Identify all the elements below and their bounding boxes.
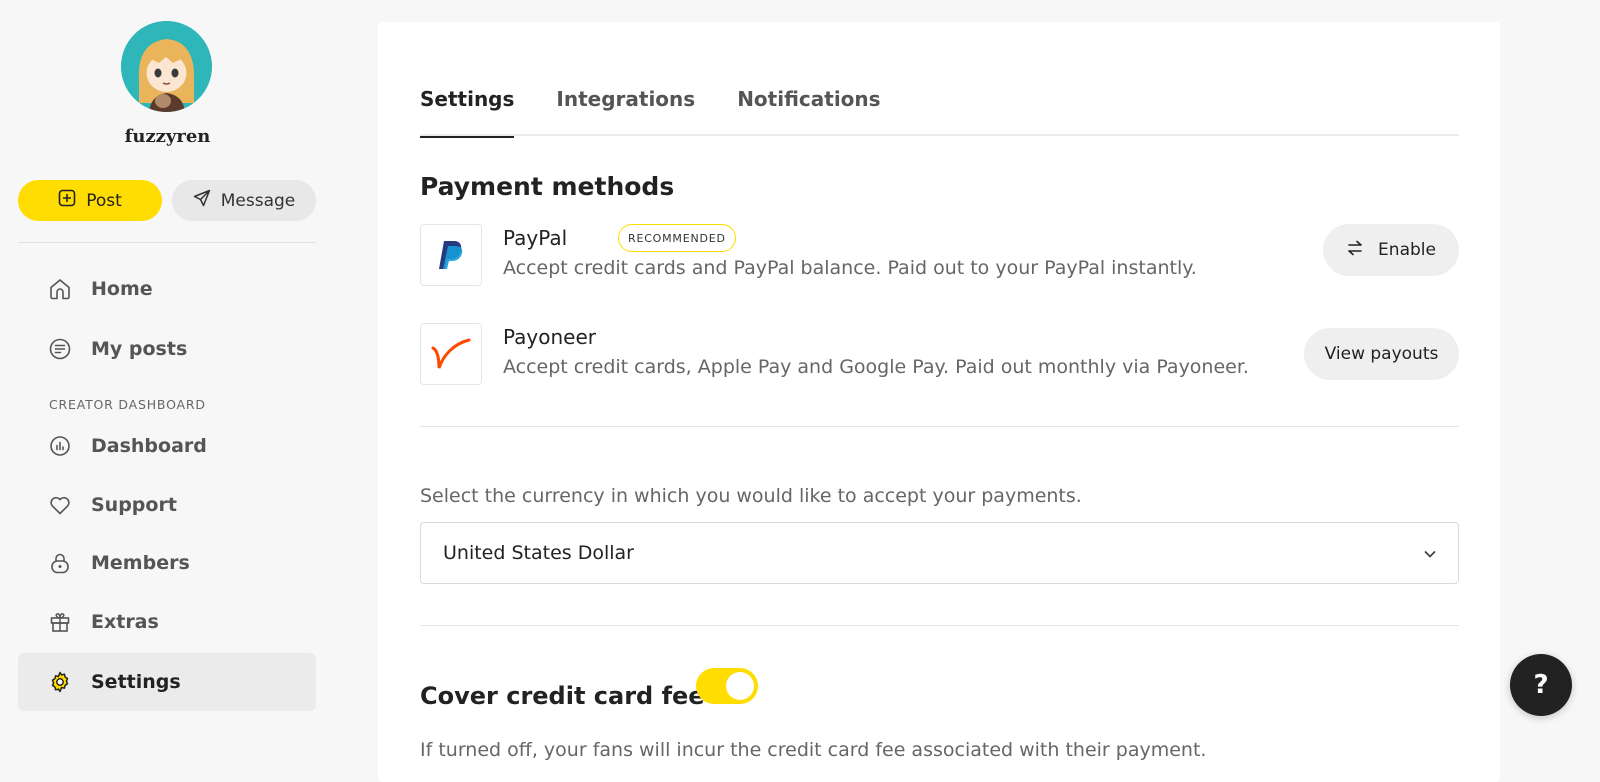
- posts-icon: [47, 336, 73, 362]
- sidebar-item-settings[interactable]: Settings: [18, 653, 316, 711]
- paypal-logo-icon: [420, 224, 482, 286]
- heart-icon: [47, 492, 73, 518]
- tab-notifications[interactable]: Notifications: [737, 62, 880, 136]
- sidebar-item-label: Support: [91, 494, 177, 516]
- plus-square-icon: [58, 189, 76, 212]
- tab-settings[interactable]: Settings: [420, 62, 515, 138]
- post-button[interactable]: Post: [18, 180, 162, 221]
- message-button-label: Message: [220, 190, 296, 211]
- payment-methods-heading: Payment methods: [420, 172, 675, 201]
- section-divider: [420, 426, 1459, 427]
- tab-bar: Settings Integrations Notifications: [420, 62, 1459, 138]
- section-label: CREATOR DASHBOARD: [49, 397, 206, 412]
- tab-integrations[interactable]: Integrations: [556, 62, 695, 136]
- payoneer-name: Payoneer: [503, 325, 596, 349]
- sidebar-item-dashboard[interactable]: Dashboard: [18, 417, 316, 475]
- sidebar-item-label: Settings: [91, 671, 181, 693]
- send-icon: [193, 189, 211, 212]
- sidebar-item-support[interactable]: Support: [18, 476, 316, 534]
- payoneer-row: Payoneer Accept credit cards, Apple Pay …: [420, 323, 1459, 385]
- cover-fee-title: Cover credit card fee: [420, 682, 705, 710]
- chevron-down-icon: [1422, 545, 1438, 567]
- recommended-badge: RECOMMENDED: [618, 224, 736, 252]
- sidebar-item-members[interactable]: Members: [18, 534, 316, 592]
- enable-paypal-button[interactable]: Enable: [1323, 224, 1459, 276]
- sidebar-item-extras[interactable]: Extras: [18, 593, 316, 651]
- paypal-name: PayPal: [503, 226, 568, 250]
- sidebar-item-label: Extras: [91, 611, 159, 633]
- sidebar-item-label: Dashboard: [91, 435, 207, 457]
- message-button[interactable]: Message: [172, 180, 316, 221]
- payoneer-logo-icon: [420, 323, 482, 385]
- payoneer-description: Accept credit cards, Apple Pay and Googl…: [503, 356, 1249, 378]
- view-payouts-button[interactable]: View payouts: [1304, 328, 1459, 380]
- toggle-knob: [726, 672, 754, 700]
- currency-select[interactable]: United States Dollar: [420, 522, 1459, 584]
- gear-icon: [47, 669, 73, 695]
- currency-label: Select the currency in which you would l…: [420, 485, 1082, 507]
- home-icon: [47, 276, 73, 302]
- swap-arrows-icon: [1346, 239, 1364, 262]
- settings-panel: Settings Integrations Notifications Paym…: [378, 22, 1500, 782]
- sidebar-item-label: My posts: [91, 338, 188, 360]
- sidebar-item-home[interactable]: Home: [18, 260, 316, 318]
- post-button-label: Post: [86, 190, 122, 211]
- sidebar-item-my-posts[interactable]: My posts: [18, 320, 316, 378]
- chart-icon: [47, 433, 73, 459]
- username: fuzzyren: [124, 126, 211, 147]
- currency-selected-value: United States Dollar: [443, 542, 634, 564]
- lock-icon: [47, 550, 73, 576]
- sidebar-divider: [18, 242, 316, 243]
- cover-fee-description: If turned off, your fans will incur the …: [420, 739, 1207, 761]
- section-divider: [420, 625, 1459, 626]
- help-button[interactable]: ?: [1510, 654, 1572, 716]
- sidebar: fuzzyren Post Message Home My posts CREA…: [0, 0, 335, 768]
- avatar[interactable]: [121, 21, 212, 112]
- enable-button-label: Enable: [1378, 240, 1436, 260]
- cover-fee-toggle[interactable]: [696, 668, 758, 704]
- gift-icon: [47, 609, 73, 635]
- sidebar-item-label: Members: [91, 552, 190, 574]
- paypal-row: PayPal RECOMMENDED Accept credit cards a…: [420, 224, 1459, 286]
- paypal-description: Accept credit cards and PayPal balance. …: [503, 257, 1197, 279]
- sidebar-item-label: Home: [91, 278, 153, 300]
